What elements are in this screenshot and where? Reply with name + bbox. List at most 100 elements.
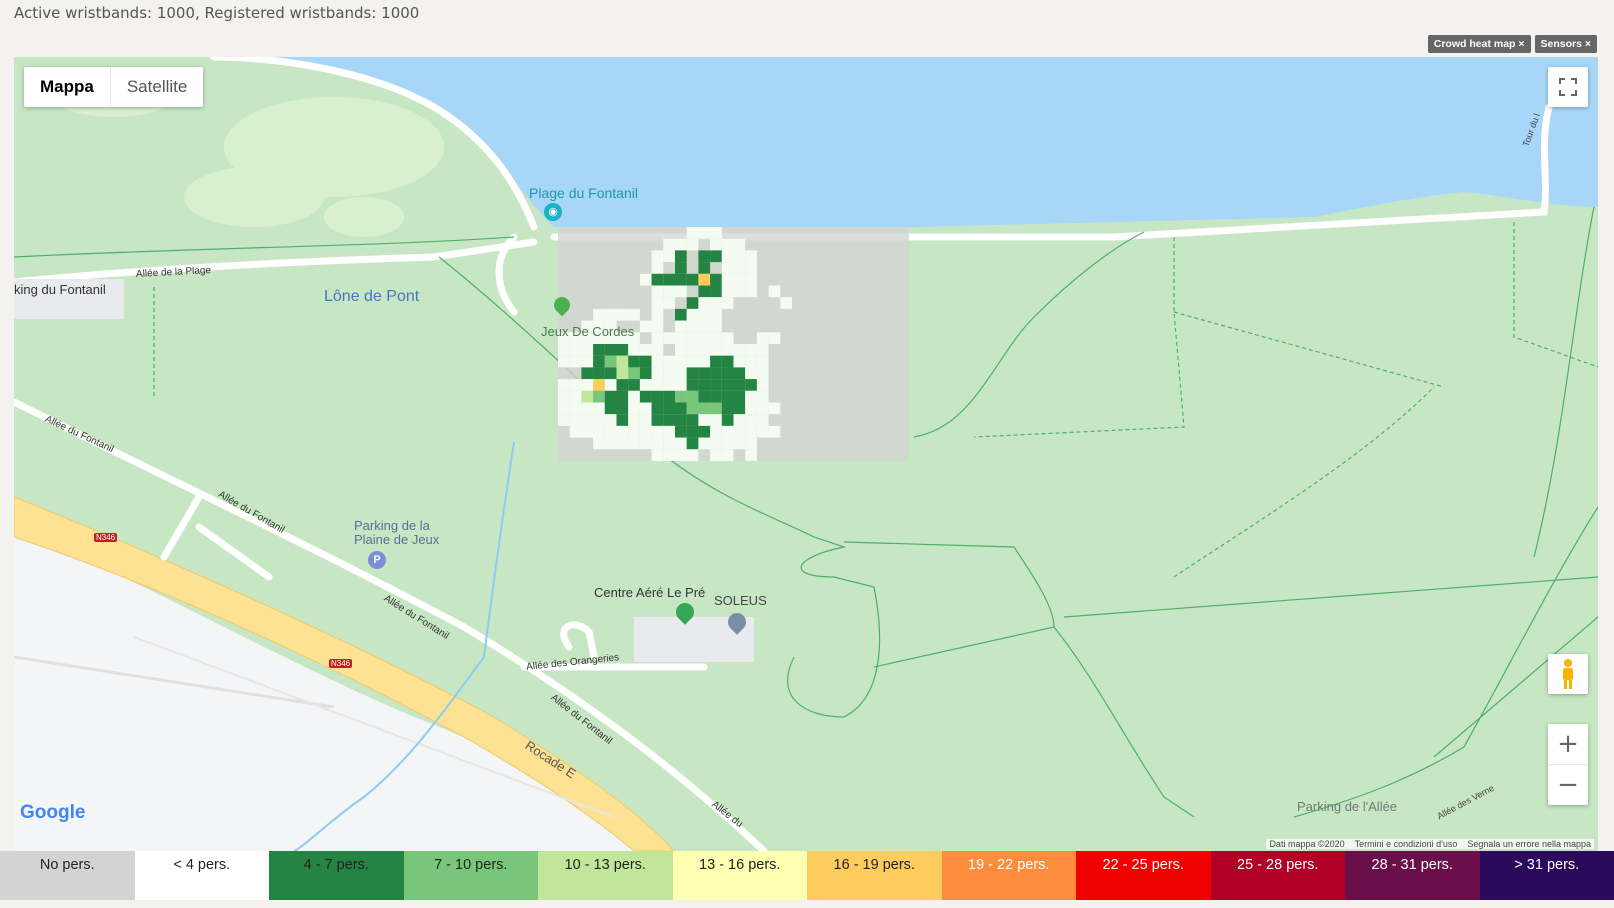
heatmap-cell <box>733 425 746 438</box>
heatmap-cell <box>780 297 792 309</box>
attribution-report-link[interactable]: Segnala un errore nella mappa <box>1467 839 1591 849</box>
heatmap-cell <box>710 320 722 333</box>
heatmap-cell <box>721 297 734 309</box>
heatmap-cell <box>710 379 722 391</box>
heatmap-cell <box>721 355 734 368</box>
heatmap-cell <box>675 437 687 450</box>
poi-label-jeux[interactable]: Jeux De Cordes <box>541 324 634 339</box>
heatmap-cell <box>663 273 675 286</box>
heatmap-cell <box>651 402 664 415</box>
heatmap-cell <box>686 449 699 461</box>
map-type-satellite-button[interactable]: Satellite <box>109 67 203 107</box>
poi-label-parking-plaine-1[interactable]: Parking de la <box>354 518 430 533</box>
heatmap-cell <box>639 425 652 438</box>
legend-item: > 31 pers. <box>1479 851 1614 900</box>
heatmap-cell <box>768 425 781 438</box>
heatmap-cell <box>710 390 722 403</box>
heatmap-cell <box>756 390 769 403</box>
poi-label-parking-plaine-2[interactable]: Plaine de Jeux <box>354 532 439 547</box>
heatmap-cell <box>733 238 746 251</box>
heatmap-cell <box>745 425 757 438</box>
heatmap-cell <box>663 437 675 450</box>
heatmap-cell <box>663 390 675 403</box>
heatmap-cell <box>721 437 734 450</box>
poi-label-parking-allee[interactable]: Parking de l'Allée <box>1297 799 1397 814</box>
heatmap-cell <box>639 344 652 356</box>
heatmap-cell <box>721 367 734 380</box>
sensors-chip[interactable]: Sensors × <box>1534 35 1597 53</box>
map-type-map-button[interactable]: Mappa <box>24 67 110 107</box>
heatmap-cell <box>721 238 734 251</box>
heatmap-cell <box>698 437 711 450</box>
legend-item: 25 - 28 pers. <box>1210 851 1345 900</box>
heatmap-cell <box>698 344 711 356</box>
zoom-out-button[interactable]: − <box>1548 765 1588 805</box>
fullscreen-button[interactable] <box>1548 67 1588 107</box>
heatmap-cell <box>663 238 675 251</box>
heatmap-cell <box>616 379 629 391</box>
heatmap-cell <box>721 390 734 403</box>
heatmap-cell <box>604 425 617 438</box>
heatmap-cell <box>639 390 652 403</box>
google-logo[interactable]: Google <box>20 802 85 824</box>
street-view-button[interactable] <box>1548 654 1588 694</box>
heatmap-cell <box>628 355 640 368</box>
heatmap-cell <box>721 262 734 274</box>
heatmap-cell <box>581 355 594 368</box>
heatmap-cell <box>733 414 746 426</box>
heatmap-cell <box>710 285 722 298</box>
heatmap-cell <box>639 273 652 286</box>
heatmap-cell <box>651 308 664 321</box>
heatmap-cell <box>686 227 699 239</box>
map-type-control: Mappa Satellite <box>24 67 204 107</box>
heatmap-cell <box>698 227 711 239</box>
heatmap-cell <box>581 379 594 391</box>
heatmap-cell <box>733 355 746 368</box>
heatmap-cell <box>698 308 711 321</box>
heatmap-cell <box>698 355 711 368</box>
layer-chips: Crowd heat map × Sensors × <box>1427 35 1597 53</box>
heatmap-cell <box>745 437 757 450</box>
heatmap-cell <box>698 320 711 333</box>
heatmap-cell <box>651 355 664 368</box>
attribution-terms-link[interactable]: Termini e condizioni d'uso <box>1355 839 1458 849</box>
map-attribution: Dati mappa ©2020 Termini e condizioni d'… <box>1266 839 1594 849</box>
heatmap-cell <box>581 367 594 380</box>
heatmap-cell <box>675 250 687 263</box>
heatmap-cell <box>604 414 617 426</box>
heatmap-cell <box>651 437 664 450</box>
crowd-heat-map-chip[interactable]: Crowd heat map × <box>1427 35 1531 53</box>
heatmap-cell <box>686 320 699 333</box>
heatmap-cell <box>651 414 664 426</box>
heatmap-cell <box>675 238 687 251</box>
heatmap-cell <box>745 273 757 286</box>
heatmap-cell <box>686 238 699 251</box>
heatmap-cell <box>604 367 617 380</box>
heatmap-cell <box>581 390 594 403</box>
heatmap-cell <box>569 402 582 415</box>
heatmap-cell <box>569 344 582 356</box>
pegman-icon <box>1563 659 1573 689</box>
camera-poi-icon[interactable]: ◉ <box>544 203 562 221</box>
heatmap-cell <box>768 402 781 415</box>
poi-label-plage[interactable]: Plage du Fontanil <box>529 185 638 201</box>
heatmap-cell <box>745 449 757 461</box>
heatmap-legend: No pers. < 4 pers. 4 - 7 pers. 7 - 10 pers.… <box>0 851 1614 900</box>
poi-label-centre[interactable]: Centre Aéré Le Pré <box>594 585 705 600</box>
heatmap-cell <box>604 355 617 368</box>
heatmap-cell <box>593 414 605 426</box>
heatmap-cell <box>616 355 629 368</box>
poi-label-soleus[interactable]: SOLEUS <box>714 593 767 608</box>
heatmap-cell <box>558 390 570 403</box>
heatmap-cell <box>733 285 746 298</box>
zoom-in-button[interactable]: + <box>1548 724 1588 765</box>
map-canvas[interactable]: Plage du Fontanil ◉ Lône de Pont king du… <box>14 57 1598 851</box>
heatmap-cell <box>733 344 746 356</box>
heatmap-cell <box>721 273 734 286</box>
parking-pin-icon[interactable]: P <box>368 551 386 569</box>
heatmap-cell <box>756 379 769 391</box>
heatmap-cell <box>593 367 605 380</box>
heatmap-cell <box>604 344 617 356</box>
wristband-status: Active wristbands: 1000, Registered wris… <box>14 4 420 22</box>
crowd-heat-map-overlay <box>558 227 909 461</box>
